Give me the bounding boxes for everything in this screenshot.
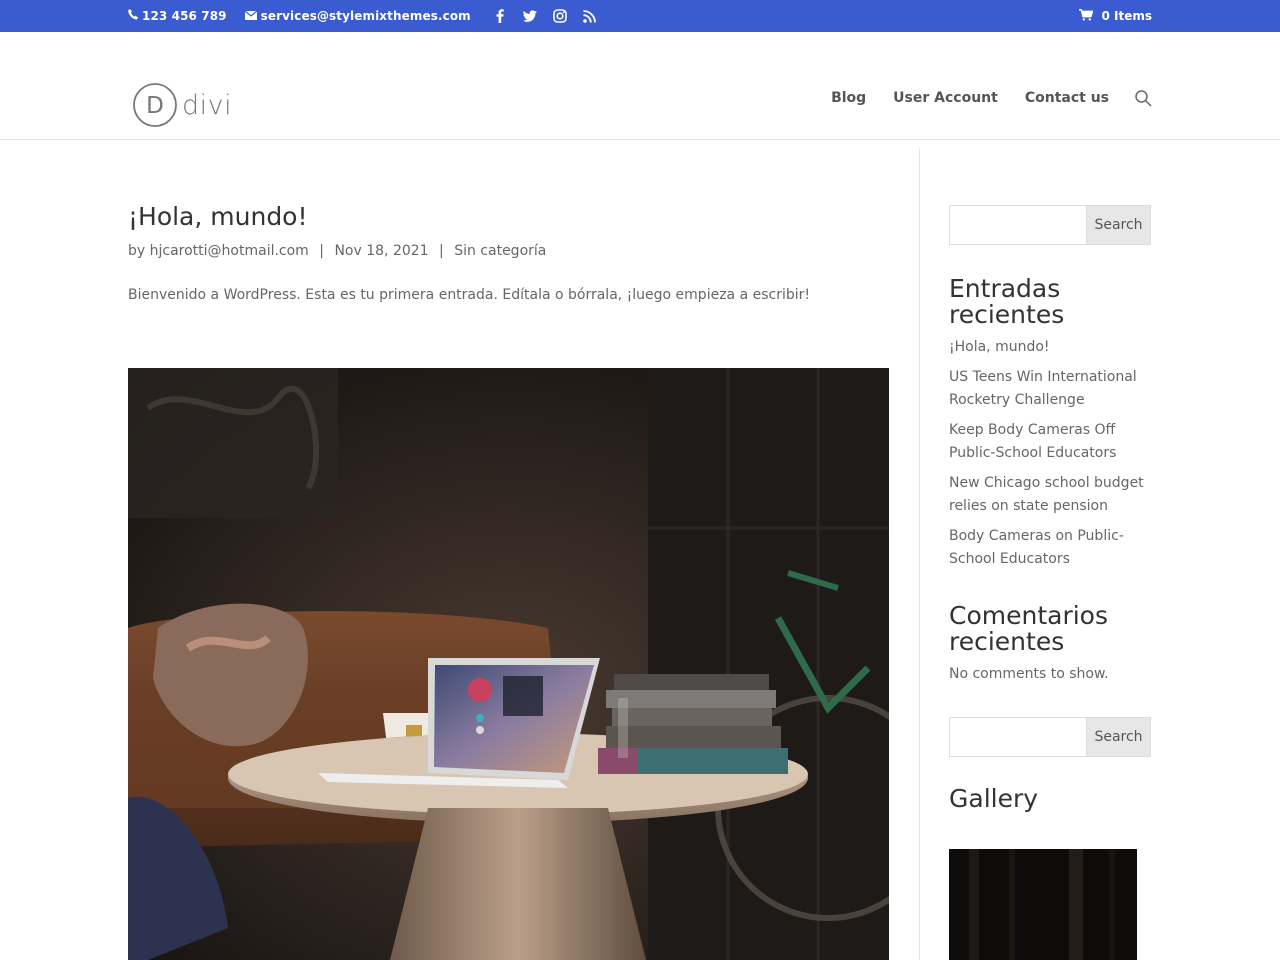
- nav-item-user-account[interactable]: User Account: [893, 90, 998, 106]
- recent-post-link[interactable]: Body Cameras on Public-School Educators: [949, 525, 1151, 571]
- facebook-icon[interactable]: [493, 9, 507, 23]
- sidebar-search-button[interactable]: Search: [1086, 206, 1150, 244]
- featured-image-illustration: [128, 368, 889, 960]
- recent-posts-title: Entradas recientes: [949, 274, 1065, 329]
- phone-icon: [128, 9, 138, 23]
- sidebar-search-form: Search: [949, 205, 1151, 245]
- gallery-thumbnail: [949, 849, 1137, 960]
- rss-icon[interactable]: [583, 9, 597, 23]
- sidebar-search-button-2[interactable]: Search: [1086, 718, 1150, 756]
- sidebar-divider: [919, 148, 920, 960]
- meta-by-label: by: [128, 243, 146, 259]
- main-nav: Blog User Account Contact us: [831, 89, 1152, 107]
- cart-icon: [1079, 8, 1094, 24]
- envelope-icon: [244, 9, 257, 23]
- post-category-link[interactable]: Sin categoría: [454, 243, 546, 259]
- no-comments-text: No comments to show.: [949, 666, 1109, 682]
- post-meta: by hjcarotti@hotmail.com | Nov 18, 2021 …: [128, 243, 546, 259]
- gallery-image[interactable]: [949, 849, 1137, 960]
- recent-comments-title: Comentarios recientes: [949, 601, 1108, 656]
- cart-link[interactable]: 0 Items: [1079, 8, 1152, 24]
- post-featured-image[interactable]: [128, 368, 889, 960]
- main-content: ¡Hola, mundo! by hjcarotti@hotmail.com |…: [128, 140, 889, 960]
- nav-item-blog[interactable]: Blog: [831, 90, 866, 106]
- phone-number: 123 456 789: [142, 9, 227, 23]
- post-excerpt: Bienvenido a WordPress. Esta es tu prime…: [128, 287, 811, 303]
- logo-word: divi: [182, 89, 233, 121]
- site-header: D divi Blog User Account Contact us: [0, 32, 1280, 140]
- cart-count: 0 Items: [1101, 9, 1152, 23]
- recent-posts-list: ¡Hola, mundo! US Teens Win International…: [949, 336, 1151, 578]
- top-bar: 123 456 789 services@stylemixthemes.com: [0, 0, 1280, 32]
- post-author-link[interactable]: hjcarotti@hotmail.com: [150, 243, 309, 259]
- email-contact[interactable]: services@stylemixthemes.com: [244, 9, 471, 23]
- email-address: services@stylemixthemes.com: [260, 9, 471, 23]
- sidebar-search-form-2: Search: [949, 717, 1151, 757]
- social-icons: [493, 9, 597, 23]
- instagram-icon[interactable]: [552, 9, 567, 23]
- recent-post-link[interactable]: Keep Body Cameras Off Public-School Educ…: [949, 419, 1151, 465]
- sidebar-search-input[interactable]: [950, 206, 1086, 244]
- meta-separator: |: [319, 243, 324, 259]
- recent-post-link[interactable]: US Teens Win International Rocketry Chal…: [949, 366, 1151, 412]
- recent-post-link[interactable]: ¡Hola, mundo!: [949, 336, 1151, 359]
- post-date: Nov 18, 2021: [334, 243, 429, 259]
- svg-text:D: D: [146, 93, 164, 119]
- phone-contact[interactable]: 123 456 789: [128, 9, 227, 23]
- search-icon[interactable]: [1134, 89, 1152, 107]
- twitter-icon[interactable]: [522, 9, 537, 23]
- sidebar-search-input-2[interactable]: [950, 718, 1086, 756]
- gallery-title: Gallery: [949, 784, 1039, 813]
- recent-post-link[interactable]: New Chicago school budget relies on stat…: [949, 472, 1151, 518]
- post-title[interactable]: ¡Hola, mundo!: [128, 202, 308, 231]
- site-logo[interactable]: D divi: [132, 82, 232, 128]
- meta-separator: |: [439, 243, 444, 259]
- logo-mark: D: [133, 83, 177, 127]
- nav-item-contact-us[interactable]: Contact us: [1025, 90, 1109, 106]
